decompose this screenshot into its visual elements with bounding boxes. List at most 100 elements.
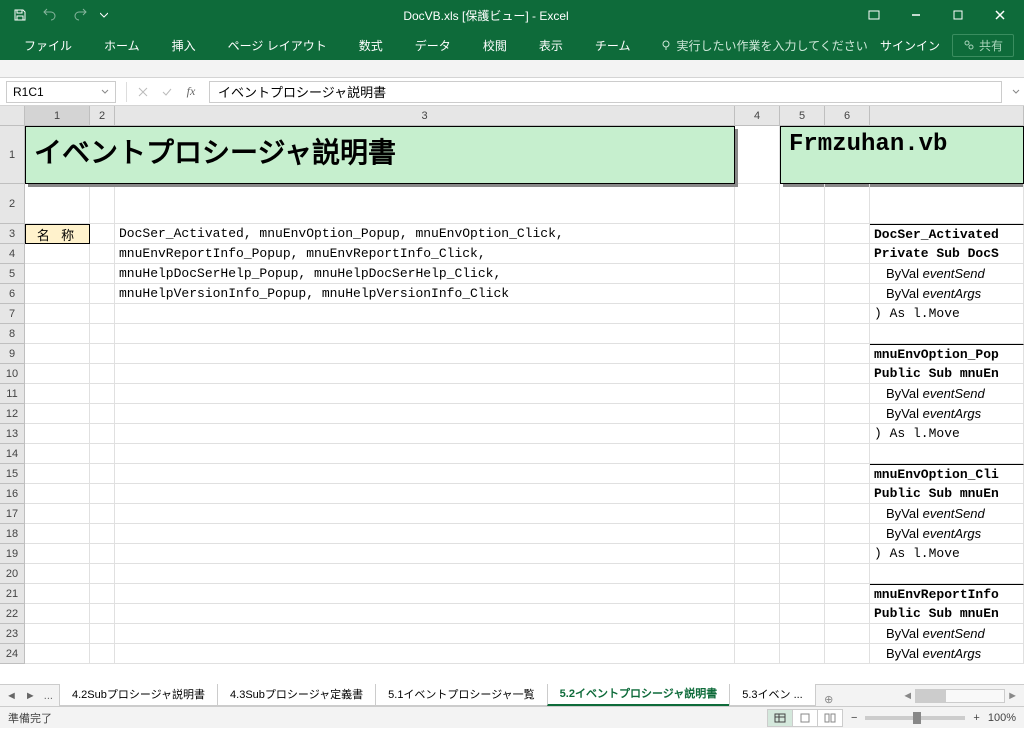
cell[interactable] xyxy=(735,444,780,464)
sheet-nav-ellipsis[interactable]: ... xyxy=(44,690,53,702)
col-header-4[interactable]: 4 xyxy=(735,106,780,125)
cell[interactable] xyxy=(115,464,735,484)
title-cell-main[interactable]: イベントプロシージャ説明書 xyxy=(25,126,735,184)
row-header[interactable]: 23 xyxy=(0,624,25,644)
code-cell[interactable]: ByVal eventArgs xyxy=(870,524,1024,544)
tab-file[interactable]: ファイル xyxy=(10,31,86,60)
sheet-nav-first-icon[interactable]: ◄ xyxy=(6,690,17,702)
row-header[interactable]: 8 xyxy=(0,324,25,344)
code-cell[interactable]: ByVal eventArgs xyxy=(870,644,1024,664)
code-cell[interactable] xyxy=(870,444,1024,464)
row-header[interactable]: 21 xyxy=(0,584,25,604)
cell[interactable] xyxy=(780,224,825,244)
cell[interactable] xyxy=(115,324,735,344)
row-header[interactable]: 5 xyxy=(0,264,25,284)
maximize-button[interactable] xyxy=(938,1,978,29)
name-label-cell[interactable]: 名 称 xyxy=(25,224,90,244)
cell[interactable] xyxy=(90,364,115,384)
cell[interactable] xyxy=(780,444,825,464)
page-break-view-button[interactable] xyxy=(817,709,843,727)
cell[interactable] xyxy=(25,264,90,284)
code-cell[interactable]: DocSer_Activated xyxy=(870,224,1024,244)
sheet-tab[interactable]: 5.3イベン ... xyxy=(729,683,816,706)
col-header-6[interactable]: 6 xyxy=(825,106,870,125)
cell[interactable] xyxy=(25,604,90,624)
cell[interactable] xyxy=(115,364,735,384)
normal-view-button[interactable] xyxy=(767,709,793,727)
code-cell[interactable]: mnuEnvOption_Pop xyxy=(870,344,1024,364)
cell[interactable] xyxy=(780,424,825,444)
cell[interactable] xyxy=(735,564,780,584)
code-cell[interactable]: ByVal eventArgs xyxy=(870,284,1024,304)
row-header[interactable]: 18 xyxy=(0,524,25,544)
cell[interactable] xyxy=(825,424,870,444)
cell[interactable] xyxy=(735,304,780,324)
cell[interactable] xyxy=(780,264,825,284)
sheet-tab[interactable]: 4.3Subプロシージャ定義書 xyxy=(217,683,376,706)
cell[interactable] xyxy=(115,344,735,364)
cell[interactable] xyxy=(25,444,90,464)
cell[interactable] xyxy=(90,424,115,444)
cell[interactable] xyxy=(735,284,780,304)
tab-review[interactable]: 校閲 xyxy=(469,31,521,60)
cell[interactable] xyxy=(825,464,870,484)
cell[interactable] xyxy=(25,344,90,364)
cell[interactable] xyxy=(25,424,90,444)
cell[interactable] xyxy=(780,584,825,604)
cell[interactable] xyxy=(825,364,870,384)
row-header[interactable]: 7 xyxy=(0,304,25,324)
code-cell[interactable] xyxy=(870,324,1024,344)
code-cell[interactable]: ) As l.Move xyxy=(870,424,1024,444)
row-header[interactable]: 1 xyxy=(0,126,25,184)
sheet-tab-active[interactable]: 5.2イベントプロシージャ説明書 xyxy=(547,682,731,706)
cell[interactable] xyxy=(780,644,825,664)
cell[interactable] xyxy=(90,524,115,544)
cell[interactable] xyxy=(825,384,870,404)
code-cell[interactable]: ) As l.Move xyxy=(870,544,1024,564)
cell[interactable] xyxy=(825,404,870,424)
cell[interactable] xyxy=(780,384,825,404)
row-header[interactable]: 24 xyxy=(0,644,25,664)
cell[interactable]: mnuEnvReportInfo_Popup, mnuEnvReportInfo… xyxy=(115,244,735,264)
cell[interactable] xyxy=(735,244,780,264)
row-header[interactable]: 11 xyxy=(0,384,25,404)
cell[interactable] xyxy=(115,444,735,464)
row-header[interactable]: 15 xyxy=(0,464,25,484)
code-cell[interactable]: ByVal eventSend xyxy=(870,264,1024,284)
cell[interactable] xyxy=(25,284,90,304)
row-header[interactable]: 20 xyxy=(0,564,25,584)
row-header[interactable]: 13 xyxy=(0,424,25,444)
code-cell[interactable]: Public Sub mnuEn xyxy=(870,364,1024,384)
page-layout-view-button[interactable] xyxy=(792,709,818,727)
code-cell[interactable] xyxy=(870,564,1024,584)
sheet-nav-prev-icon[interactable]: ► xyxy=(25,690,36,702)
cell[interactable] xyxy=(25,524,90,544)
code-cell[interactable]: ByVal eventSend xyxy=(870,504,1024,524)
cell[interactable] xyxy=(825,444,870,464)
zoom-slider[interactable] xyxy=(865,716,965,720)
cell[interactable] xyxy=(115,184,735,224)
cell[interactable] xyxy=(115,524,735,544)
col-header-1[interactable]: 1 xyxy=(25,106,90,125)
cell[interactable] xyxy=(25,324,90,344)
expand-formula-bar-icon[interactable] xyxy=(1008,87,1024,97)
cell[interactable] xyxy=(780,364,825,384)
cell[interactable] xyxy=(90,224,115,244)
cell[interactable] xyxy=(735,604,780,624)
code-cell[interactable]: Public Sub mnuEn xyxy=(870,484,1024,504)
cell[interactable] xyxy=(825,544,870,564)
col-header-5[interactable]: 5 xyxy=(780,106,825,125)
redo-icon[interactable] xyxy=(68,3,92,27)
cell[interactable] xyxy=(90,324,115,344)
cell[interactable] xyxy=(25,244,90,264)
cell[interactable] xyxy=(780,244,825,264)
tab-view[interactable]: 表示 xyxy=(525,31,577,60)
cell[interactable] xyxy=(780,484,825,504)
tab-data[interactable]: データ xyxy=(401,31,465,60)
horizontal-scrollbar[interactable] xyxy=(915,689,1005,703)
cell[interactable] xyxy=(115,504,735,524)
cell[interactable] xyxy=(735,404,780,424)
cell[interactable] xyxy=(115,544,735,564)
col-header-3[interactable]: 3 xyxy=(115,106,735,125)
cell[interactable] xyxy=(25,544,90,564)
